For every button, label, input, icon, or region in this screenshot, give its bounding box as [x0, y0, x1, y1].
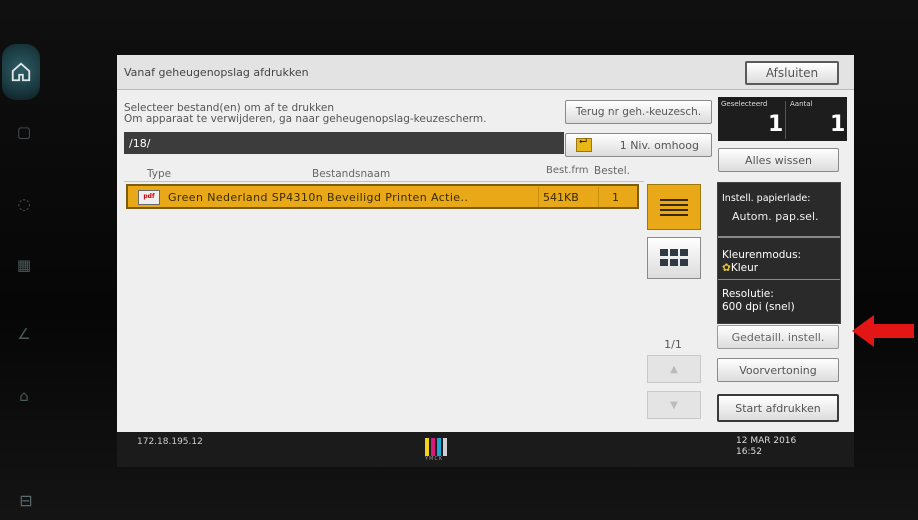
column-separator [598, 187, 599, 207]
file-name: Green Nederland SP4310n Beveiligd Printe… [168, 191, 469, 204]
side-button-5[interactable]: ⌂ [12, 384, 36, 408]
close-button[interactable]: Afsluiten [745, 61, 839, 85]
toner-level-icon [425, 438, 447, 458]
level-up-button[interactable]: 1 Niv. omhoog [565, 133, 712, 157]
toner-magenta [431, 438, 435, 456]
grid-view-icon [660, 249, 688, 266]
ip-address: 172.18.195.12 [137, 437, 203, 447]
home-icon [11, 62, 31, 82]
side-button-1[interactable]: ▢ [12, 120, 36, 144]
file-copies: 1 [612, 191, 619, 204]
selected-label: Geselecteerd [721, 100, 768, 108]
file-row[interactable]: pdf Green Nederland SP4310n Beveiligd Pr… [126, 184, 639, 209]
back-to-storage-button[interactable]: Terug nr geh.-keuzesch. [565, 100, 712, 124]
resolution-label: Resolutie: [722, 288, 774, 300]
settings-divider [718, 236, 840, 238]
file-size: 541KB [543, 191, 579, 204]
red-arrow-icon [852, 315, 914, 347]
column-header-name: Bestandsnaam [312, 168, 391, 180]
title-bar: Vanaf geheugenopslag afdrukken Afsluiten [117, 55, 854, 90]
scroll-down-button[interactable]: ▼ [647, 391, 701, 419]
tray-value: Autom. pap.sel. [732, 210, 819, 223]
column-header-count: Bestel. [594, 165, 630, 177]
selected-count: 1 [768, 112, 784, 137]
current-path: /18/ [129, 137, 151, 150]
grid-view-button[interactable] [647, 237, 701, 279]
selection-counter: Geselecteerd 1 Aantal 1 [718, 97, 847, 141]
scroll-up-icon: ▲ [670, 363, 678, 375]
status-date: 12 MAR 2016 [736, 436, 797, 446]
side-button-2[interactable]: ◌ [12, 192, 36, 216]
instruction-line-2: Om apparaat te verwijderen, ga naar gehe… [124, 113, 487, 125]
start-print-button[interactable]: Start afdrukken [717, 394, 839, 422]
copies-count: 1 [830, 112, 846, 137]
grid-icon: ▦ [16, 256, 32, 274]
bottom-button[interactable]: ⊟ [12, 488, 40, 512]
side-button-3[interactable]: ▦ [12, 253, 36, 277]
detailed-settings-button[interactable]: Gedetaill. instell. [717, 325, 839, 349]
settings-divider [718, 279, 840, 280]
status-bar: 172.18.195.12 YMCK 12 MAR 2016 16:52 [117, 432, 854, 467]
clear-all-button[interactable]: Alles wissen [718, 148, 839, 172]
resolution-value: 600 dpi (snel) [722, 301, 795, 313]
header-divider [124, 181, 644, 182]
color-mode-value: ✿Kleur [722, 262, 759, 274]
document-icon: ▢ [16, 123, 32, 141]
list-view-button[interactable] [647, 184, 701, 230]
pdf-file-icon: pdf [138, 190, 160, 205]
page-indicator: 1/1 [664, 338, 682, 351]
color-mode-label: Kleurenmodus: [722, 249, 802, 261]
tray-icon: ⊟ [19, 490, 33, 510]
scroll-down-icon: ▼ [670, 399, 678, 411]
path-bar: /18/ [124, 132, 564, 154]
column-header-size: Best.frm [546, 165, 589, 176]
list-view-icon [660, 199, 688, 216]
home-button[interactable] [2, 44, 40, 100]
color-mode-icon: ✿ [722, 262, 731, 274]
print-settings-panel: Instell. papierlade: Autom. pap.sel. Kle… [717, 182, 841, 324]
window-title: Vanaf geheugenopslag afdrukken [124, 66, 309, 79]
status-time: 16:52 [736, 447, 762, 457]
touch-screen: Vanaf geheugenopslag afdrukken Afsluiten… [117, 55, 854, 467]
column-header-type: Type [147, 168, 172, 180]
scroll-up-button[interactable]: ▲ [647, 355, 701, 383]
toner-black [443, 438, 447, 456]
copy-icon: ◌ [17, 195, 31, 213]
counter-divider [785, 101, 786, 139]
level-up-label: 1 Niv. omhoog [619, 138, 699, 152]
tray-label: Instell. papierlade: [722, 193, 811, 204]
side-button-4[interactable]: ∠ [12, 322, 36, 346]
edit-icon: ∠ [17, 325, 31, 343]
preview-button[interactable]: Voorvertoning [717, 358, 839, 382]
printer-icon: ⌂ [19, 387, 29, 405]
folder-up-icon [576, 136, 592, 152]
column-separator [538, 187, 539, 207]
toner-yellow [425, 438, 429, 456]
toner-cyan [437, 438, 441, 456]
toner-label: YMCK [425, 456, 444, 462]
copies-label: Aantal [790, 100, 813, 108]
